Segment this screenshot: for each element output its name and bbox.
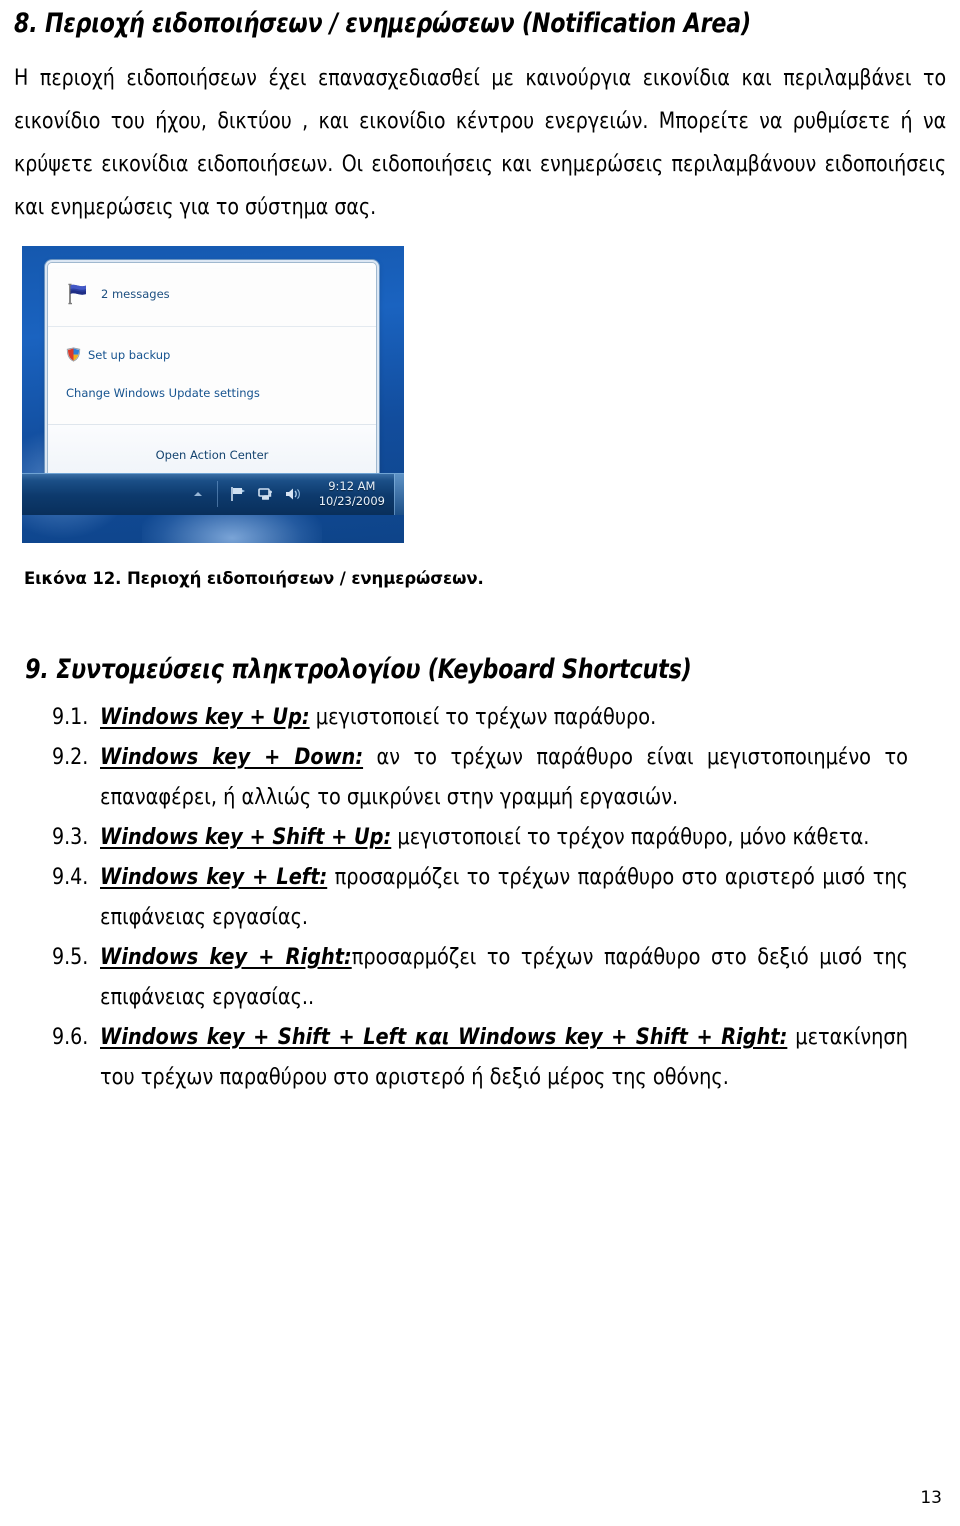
open-action-center-row[interactable]: Open Action Center xyxy=(48,424,376,477)
flyout-messages-row[interactable]: 2 messages xyxy=(48,263,376,327)
shortcut-list-item: 9.3. Windows key + Shift + Up: μεγιστοποι… xyxy=(14,817,946,857)
shortcut-number: 9.3. xyxy=(52,824,89,851)
shortcut-text: Windows key + Shift + Up: μεγιστοποιεί τ… xyxy=(100,817,908,857)
shortcut-key-combo: Windows key + Shift + Left και Windows k… xyxy=(100,1024,788,1051)
shortcut-number: 9.2. xyxy=(52,744,89,771)
windows-update-row[interactable]: Change Windows Update settings xyxy=(48,374,376,412)
shield-icon xyxy=(66,347,81,362)
messages-label: 2 messages xyxy=(101,287,170,302)
shortcut-key-combo: Windows key + Down: xyxy=(100,744,364,771)
shortcut-description: μεγιστοποιεί το τρέχων παράθυρο. xyxy=(309,704,657,731)
shortcut-key-combo: Windows key + Shift + Up: xyxy=(100,824,392,851)
section-9-heading: 9. Συντομεύσεις πληκτρολογίου (Keyboard … xyxy=(25,653,692,685)
shortcut-list-item: 9.6. Windows key + Shift + Left και Windo… xyxy=(14,1017,946,1097)
volume-icon[interactable] xyxy=(283,484,303,504)
show-hidden-icons-chevron-up-icon[interactable] xyxy=(188,484,208,504)
show-desktop-button[interactable] xyxy=(394,473,404,515)
network-icon[interactable] xyxy=(255,484,275,504)
shortcut-key-combo: Windows key + Left: xyxy=(100,864,328,891)
page-number: 13 xyxy=(920,1488,942,1508)
tray-separator xyxy=(216,481,218,508)
flyout-links-section: Set up backup Change Windows Update sett… xyxy=(48,327,376,425)
shortcut-number: 9.6. xyxy=(52,1024,89,1051)
setup-backup-label: Set up backup xyxy=(88,347,171,362)
figure-caption: Εικόνα 12. Περιοχή ειδοποιήσεων / ενημερ… xyxy=(24,568,484,588)
open-action-center-label: Open Action Center xyxy=(155,448,269,463)
shortcut-text: Windows key + Right:προσαρμόζει το τρέχω… xyxy=(100,937,908,1017)
clock-date: 10/23/2009 xyxy=(318,494,385,509)
flag-icon xyxy=(66,282,92,306)
windows-update-label: Change Windows Update settings xyxy=(66,385,260,400)
shortcut-text: Windows key + Left: προσαρμόζει το τρέχω… xyxy=(100,857,908,937)
system-tray: 9:12 AM 10/23/2009 xyxy=(184,473,404,515)
shortcut-text: Windows key + Down: αν το τρέχων παράθυρ… xyxy=(100,737,908,817)
flyout-sheen xyxy=(48,262,376,269)
shortcut-list-item: 9.5. Windows key + Right:προσαρμόζει το τ… xyxy=(14,937,946,1017)
shortcut-list-item: 9.2. Windows key + Down: αν το τρέχων παρ… xyxy=(14,737,946,817)
shortcut-number: 9.4. xyxy=(52,864,89,891)
shortcut-description: μεγιστοποιεί το τρέχον παράθυρο, μόνο κά… xyxy=(391,824,870,851)
shortcut-list-item: 9.1. Windows key + Up: μεγιστοποιεί το τρ… xyxy=(14,697,946,737)
action-center-flyout: 2 messages Set up backup Change Windows … xyxy=(47,261,377,478)
shortcut-key-combo: Windows key + Right: xyxy=(100,944,352,971)
shortcut-number: 9.5. xyxy=(52,944,89,971)
taskbar-clock[interactable]: 9:12 AM 10/23/2009 xyxy=(307,479,394,509)
section-8-paragraph: Η περιοχή ειδοποιήσεων έχει επανασχεδιασ… xyxy=(14,64,947,220)
shortcut-list-item: 9.4. Windows key + Left: προσαρμόζει το τ… xyxy=(14,857,946,937)
figure-12: 2 messages Set up backup Change Windows … xyxy=(22,245,946,543)
shortcut-text: Windows key + Up: μεγιστοποιεί το τρέχων… xyxy=(100,697,908,737)
windows-notification-area-screenshot: 2 messages Set up backup Change Windows … xyxy=(22,245,404,543)
shortcut-number: 9.1. xyxy=(52,704,89,731)
shortcut-key-combo: Windows key + Up: xyxy=(100,704,310,731)
keyboard-shortcut-list: 9.1. Windows key + Up: μεγιστοποιεί το τρ… xyxy=(14,684,946,1097)
setup-backup-row[interactable]: Set up backup xyxy=(48,336,376,374)
taskbar: 9:12 AM 10/23/2009 xyxy=(22,472,404,515)
action-center-flag-icon[interactable] xyxy=(227,484,247,504)
document-page: 8. Περιοχή ειδοποιήσεων / ενημερώσεων (N… xyxy=(0,0,960,1526)
shortcut-text: Windows key + Shift + Left και Windows k… xyxy=(100,1017,908,1097)
section-8-heading: 8. Περιοχή ειδοποιήσεων / ενημερώσεων (N… xyxy=(14,8,751,39)
clock-time: 9:12 AM xyxy=(328,479,376,494)
